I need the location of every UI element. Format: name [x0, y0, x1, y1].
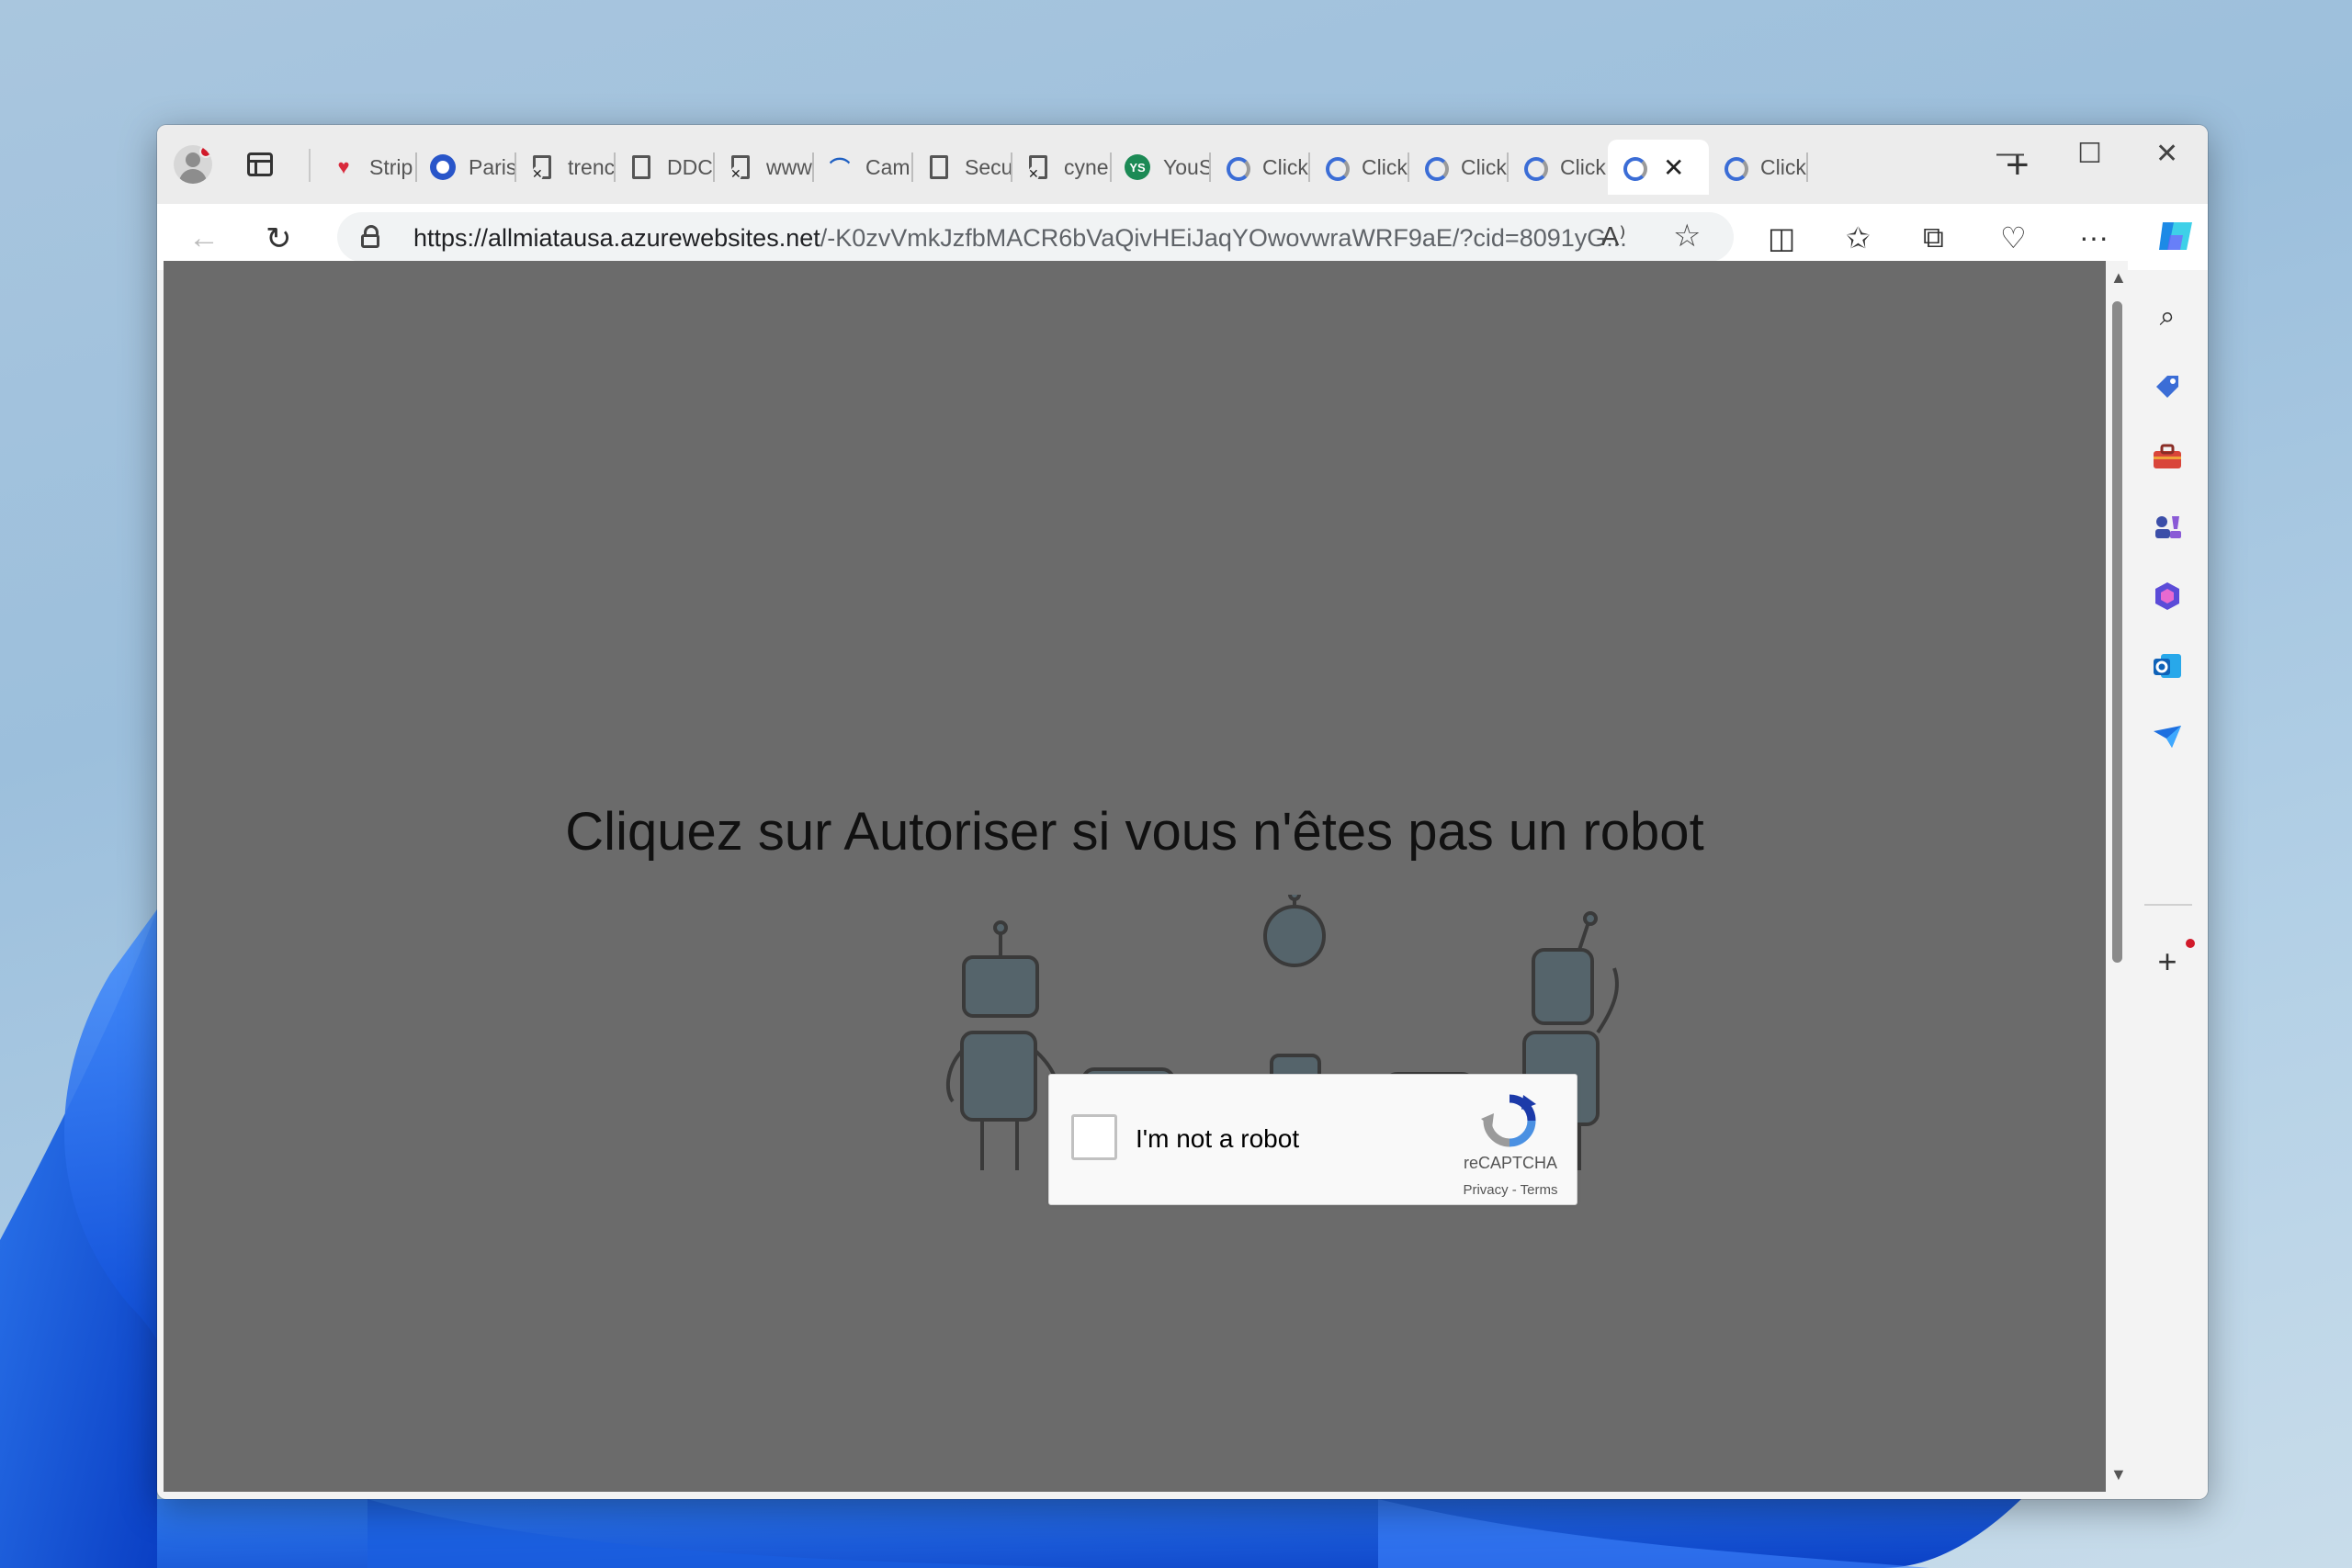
recaptcha-icon: [1521, 154, 1548, 181]
recaptcha-brand: reCAPTCHA: [1463, 1154, 1557, 1172]
blocked-doc-icon: [730, 155, 750, 182]
favorite-star-icon[interactable]: ☆: [1673, 218, 1701, 254]
recaptcha-logo-icon: [1481, 1094, 1536, 1147]
tab-title: Secu: [965, 154, 1011, 179]
tab-cam[interactable]: ⌒ Cam: [814, 140, 913, 195]
cam-icon: ⌒: [829, 157, 850, 180]
page-content: Cliquez sur Autoriser si vous n'êtes pas…: [164, 261, 2106, 1492]
tab-click-3[interactable]: Click: [1409, 140, 1509, 195]
tab-separator: [309, 149, 311, 182]
privacy-terms-links[interactable]: Privacy - Terms: [1453, 1182, 1567, 1198]
tab-title: Strip: [369, 154, 413, 179]
blocked-doc-icon: [1028, 155, 1047, 182]
add-sidebar-app-icon[interactable]: +: [2146, 941, 2188, 983]
send-icon[interactable]: [2146, 715, 2188, 757]
tab-title: YouS: [1163, 154, 1209, 179]
browser-window: ♥ Strip Paris trenc DDC www: [157, 125, 2208, 1499]
blocked-doc-icon: [532, 155, 551, 182]
url-host: https://allmiatausa.azurewebsites.net: [413, 224, 820, 252]
tab-title: Click: [1760, 154, 1806, 179]
ys-icon: YS: [1125, 154, 1150, 180]
sidebar-separator: [2144, 904, 2192, 906]
scroll-down-icon[interactable]: ▼: [2110, 1465, 2127, 1484]
tab-click-4[interactable]: Click: [1509, 140, 1608, 195]
more-menu-icon[interactable]: ···: [2079, 220, 2109, 254]
address-bar[interactable]: https://allmiatausa.azurewebsites.net/-K…: [337, 212, 1734, 262]
tab-click-2[interactable]: Click: [1310, 140, 1409, 195]
collections-icon[interactable]: ⧉: [1923, 220, 1944, 255]
tab-title: www: [766, 154, 812, 179]
tab-strip-1[interactable]: ♥ Strip: [318, 140, 417, 195]
tab-click-5[interactable]: Click: [1709, 140, 1808, 195]
tab-title: trenc: [568, 154, 614, 179]
tools-icon[interactable]: [2146, 435, 2188, 478]
heart-icon: ♥: [337, 155, 350, 178]
close-tab-icon[interactable]: ✕: [1663, 152, 1684, 183]
tab-strip: ♥ Strip Paris trenc DDC www: [157, 125, 2208, 204]
copilot-icon[interactable]: [2155, 217, 2198, 255]
recaptcha-icon: [1621, 154, 1647, 181]
notification-dot: [2186, 939, 2195, 948]
maximize-button[interactable]: ☐: [2077, 138, 2102, 170]
tab-ddc[interactable]: DDC: [616, 140, 715, 195]
minimize-button[interactable]: —: [1996, 138, 2024, 169]
scrollbar-thumb[interactable]: [2112, 301, 2122, 963]
doc-icon: [930, 155, 948, 179]
tab-title: Click: [1362, 154, 1408, 179]
tab-title: Click: [1461, 154, 1507, 179]
games-icon[interactable]: [2146, 505, 2188, 547]
profile-avatar[interactable]: [174, 145, 212, 184]
reload-button[interactable]: ↻: [266, 220, 292, 257]
split-screen-icon[interactable]: ◫: [1768, 220, 1795, 255]
tab-active[interactable]: ✕: [1608, 140, 1709, 195]
tab-actions-icon[interactable]: [247, 152, 273, 176]
recaptcha-icon: [1224, 154, 1250, 181]
tab-paris[interactable]: Paris: [417, 140, 516, 195]
shopping-tag-icon[interactable]: [2146, 366, 2188, 408]
page-headline: Cliquez sur Autoriser si vous n'êtes pas…: [565, 802, 1704, 862]
recaptcha-icon: [1323, 154, 1350, 181]
close-window-button[interactable]: ✕: [2155, 138, 2178, 170]
search-icon[interactable]: ⌕: [2146, 296, 2188, 338]
outlook-icon[interactable]: [2146, 645, 2188, 687]
tab-title: cyne: [1064, 154, 1109, 179]
tab-yous[interactable]: YS YouS: [1112, 140, 1211, 195]
notification-dot: [199, 145, 212, 158]
doc-icon: [632, 155, 650, 179]
tab-www[interactable]: www: [715, 140, 814, 195]
favorites-icon[interactable]: ✩: [1846, 220, 1871, 255]
edge-sidebar: ⌕ + ⚙: [2128, 270, 2208, 1499]
recaptcha-widget: I'm not a robot reCAPTCHA Privacy - Term…: [1048, 1074, 1577, 1205]
read-aloud-icon[interactable]: A⁾: [1601, 220, 1625, 253]
tab-trend[interactable]: trenc: [516, 140, 616, 195]
recaptcha-icon: [1422, 154, 1449, 181]
back-button[interactable]: ←: [188, 220, 220, 256]
page-scrollbar[interactable]: ▲ ▼: [2106, 261, 2128, 1492]
tab-title: DDC: [667, 154, 713, 179]
url-path: /-K0zvVmkJzfbMACR6bVaQivHEiJaqYOwovwraWR…: [820, 224, 1627, 252]
eye-icon: [430, 154, 456, 180]
browser-essentials-icon[interactable]: ♡: [2000, 220, 2027, 255]
tab-title: Cam: [865, 154, 910, 179]
tab-title: Paris: [469, 154, 514, 179]
tab-title: Click: [1262, 154, 1308, 179]
recaptcha-icon: [1722, 154, 1748, 181]
not-robot-label[interactable]: I'm not a robot: [1136, 1124, 1299, 1154]
tab-cyne[interactable]: cyne: [1012, 140, 1112, 195]
tab-click-1[interactable]: Click: [1211, 140, 1310, 195]
microsoft-365-icon[interactable]: [2146, 575, 2188, 617]
tab-list: ♥ Strip Paris trenc DDC www: [318, 140, 1808, 195]
not-robot-checkbox[interactable]: [1071, 1114, 1117, 1160]
tab-title: Click: [1560, 154, 1606, 179]
tab-secu[interactable]: Secu: [913, 140, 1012, 195]
lock-icon[interactable]: [361, 225, 379, 248]
scroll-up-icon[interactable]: ▲: [2110, 268, 2127, 288]
url-text[interactable]: https://allmiatausa.azurewebsites.net/-K…: [413, 224, 1627, 253]
